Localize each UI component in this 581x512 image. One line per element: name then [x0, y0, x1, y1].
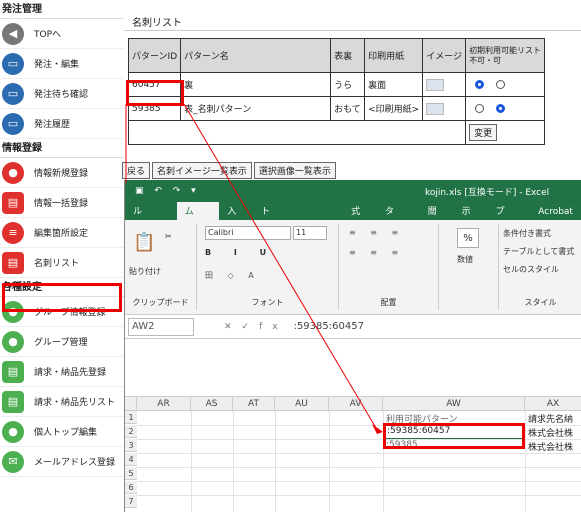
connector-lines — [125, 103, 383, 434]
connector-arrow — [183, 103, 377, 429]
arrowhead — [372, 424, 383, 434]
